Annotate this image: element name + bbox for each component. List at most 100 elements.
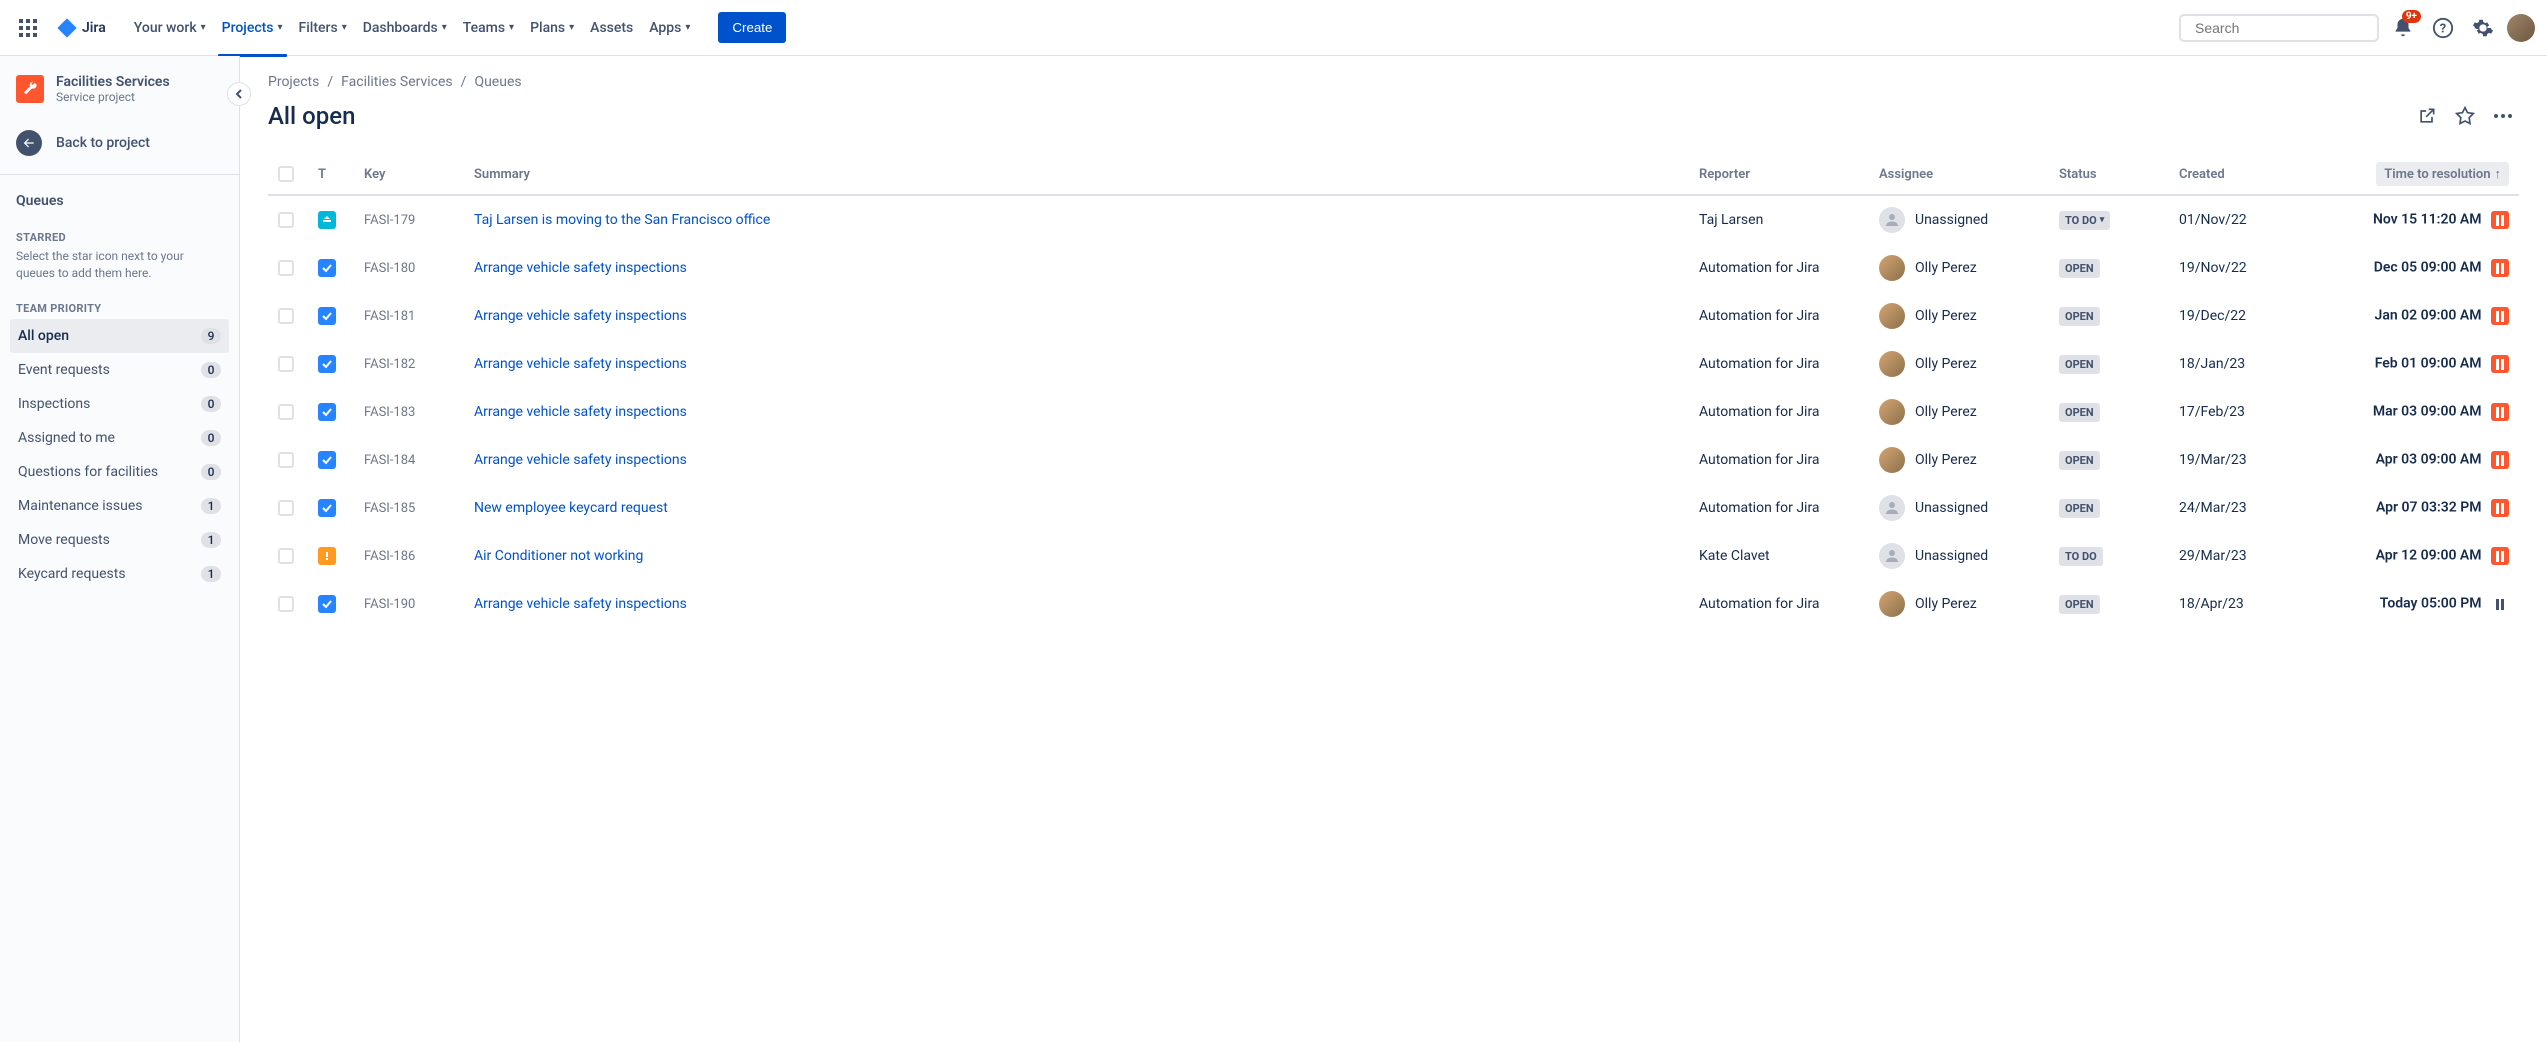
- row-checkbox[interactable]: [278, 356, 294, 372]
- issue-summary-link[interactable]: Arrange vehicle safety inspections: [474, 452, 687, 468]
- issue-summary-link[interactable]: Arrange vehicle safety inspections: [474, 308, 687, 324]
- issue-key[interactable]: FASI-183: [354, 388, 464, 436]
- open-external-button[interactable]: [2411, 100, 2443, 132]
- table-row[interactable]: FASI-186Air Conditioner not workingKate …: [268, 532, 2519, 580]
- product-name: Jira: [82, 20, 106, 36]
- status-lozenge[interactable]: OPEN: [2059, 259, 2100, 278]
- nav-item-dashboards[interactable]: Dashboards ▾: [355, 14, 455, 42]
- queue-item-inspections[interactable]: Inspections0: [10, 387, 229, 421]
- queues-heading[interactable]: Queues: [10, 183, 229, 219]
- status-lozenge[interactable]: OPEN: [2059, 307, 2100, 326]
- nav-item-assets[interactable]: Assets: [582, 14, 641, 42]
- queue-item-assigned-to-me[interactable]: Assigned to me0: [10, 421, 229, 455]
- status-lozenge[interactable]: OPEN: [2059, 595, 2100, 614]
- queue-item-all-open[interactable]: All open9: [10, 319, 229, 353]
- nav-item-plans[interactable]: Plans ▾: [522, 14, 582, 42]
- project-header[interactable]: Facilities Services Service project: [10, 74, 229, 120]
- assignee-cell[interactable]: Unassigned: [1879, 495, 2039, 521]
- settings-button[interactable]: [2467, 12, 2499, 44]
- issue-key[interactable]: FASI-190: [354, 580, 464, 628]
- assignee-cell[interactable]: Olly Perez: [1879, 591, 2039, 617]
- col-created[interactable]: Created: [2169, 154, 2299, 195]
- breadcrumb-projects[interactable]: Projects: [268, 74, 319, 90]
- table-row[interactable]: FASI-190 Arrange vehicle safety inspectio…: [268, 580, 2519, 628]
- status-lozenge[interactable]: OPEN: [2059, 355, 2100, 374]
- status-lozenge[interactable]: OPEN: [2059, 403, 2100, 422]
- row-checkbox[interactable]: [278, 308, 294, 324]
- table-row[interactable]: FASI-180 Arrange vehicle safety inspectio…: [268, 244, 2519, 292]
- status-lozenge[interactable]: OPEN: [2059, 451, 2100, 470]
- collapse-sidebar-button[interactable]: [227, 82, 251, 106]
- issue-summary-link[interactable]: New employee keycard request: [474, 500, 668, 516]
- queue-item-keycard-requests[interactable]: Keycard requests1: [10, 557, 229, 591]
- help-button[interactable]: ?: [2427, 12, 2459, 44]
- nav-item-your-work[interactable]: Your work ▾: [126, 14, 214, 42]
- table-row[interactable]: FASI-182 Arrange vehicle safety inspectio…: [268, 340, 2519, 388]
- table-row[interactable]: FASI-181 Arrange vehicle safety inspectio…: [268, 292, 2519, 340]
- assignee-cell[interactable]: Unassigned: [1879, 207, 2039, 233]
- create-button[interactable]: Create: [718, 12, 786, 43]
- issue-key[interactable]: FASI-179: [354, 195, 464, 244]
- assignee-cell[interactable]: Olly Perez: [1879, 447, 2039, 473]
- issue-summary-link[interactable]: Arrange vehicle safety inspections: [474, 596, 687, 612]
- col-type[interactable]: T: [308, 154, 354, 195]
- queue-item-maintenance-issues[interactable]: Maintenance issues1: [10, 489, 229, 523]
- nav-item-filters[interactable]: Filters ▾: [291, 14, 355, 42]
- issue-summary-link[interactable]: Arrange vehicle safety inspections: [474, 356, 687, 372]
- col-key[interactable]: Key: [354, 154, 464, 195]
- issue-summary-link[interactable]: Arrange vehicle safety inspections: [474, 260, 687, 276]
- select-all-checkbox[interactable]: [278, 166, 294, 182]
- profile-avatar[interactable]: [2507, 14, 2535, 42]
- assignee-cell[interactable]: Unassigned: [1879, 543, 2039, 569]
- status-lozenge[interactable]: TO DO ▾: [2059, 211, 2110, 230]
- assignee-cell[interactable]: Olly Perez: [1879, 399, 2039, 425]
- col-reporter[interactable]: Reporter: [1689, 154, 1869, 195]
- row-checkbox[interactable]: [278, 548, 294, 564]
- table-row[interactable]: FASI-183 Arrange vehicle safety inspectio…: [268, 388, 2519, 436]
- row-checkbox[interactable]: [278, 212, 294, 228]
- app-switcher-icon[interactable]: [12, 12, 44, 44]
- search-box[interactable]: [2179, 14, 2379, 42]
- status-lozenge[interactable]: TO DO: [2059, 547, 2103, 566]
- nav-item-apps[interactable]: Apps ▾: [641, 14, 698, 42]
- col-assignee[interactable]: Assignee: [1869, 154, 2049, 195]
- queue-item-event-requests[interactable]: Event requests0: [10, 353, 229, 387]
- col-summary[interactable]: Summary: [464, 154, 1689, 195]
- status-lozenge[interactable]: OPEN: [2059, 499, 2100, 518]
- assignee-cell[interactable]: Olly Perez: [1879, 255, 2039, 281]
- jira-logo[interactable]: Jira: [56, 17, 106, 39]
- issue-key[interactable]: FASI-184: [354, 436, 464, 484]
- row-checkbox[interactable]: [278, 596, 294, 612]
- notifications-button[interactable]: 9+: [2387, 12, 2419, 44]
- breadcrumb-queues[interactable]: Queues: [474, 74, 521, 90]
- star-button[interactable]: [2449, 100, 2481, 132]
- assignee-cell[interactable]: Olly Perez: [1879, 303, 2039, 329]
- table-row[interactable]: FASI-179 Taj Larsen is moving to the San …: [268, 195, 2519, 244]
- row-checkbox[interactable]: [278, 404, 294, 420]
- issue-summary-link[interactable]: Arrange vehicle safety inspections: [474, 404, 687, 420]
- col-status[interactable]: Status: [2049, 154, 2169, 195]
- queue-item-move-requests[interactable]: Move requests1: [10, 523, 229, 557]
- issue-key[interactable]: FASI-185: [354, 484, 464, 532]
- row-checkbox[interactable]: [278, 260, 294, 276]
- issue-key[interactable]: FASI-180: [354, 244, 464, 292]
- assignee-name: Olly Perez: [1915, 596, 1977, 612]
- row-checkbox[interactable]: [278, 500, 294, 516]
- issue-key[interactable]: FASI-181: [354, 292, 464, 340]
- table-row[interactable]: FASI-185New employee keycard requestAuto…: [268, 484, 2519, 532]
- issue-summary-link[interactable]: Air Conditioner not working: [474, 548, 643, 564]
- queue-item-questions-for-facilities[interactable]: Questions for facilities0: [10, 455, 229, 489]
- more-button[interactable]: [2487, 100, 2519, 132]
- back-to-project-link[interactable]: Back to project: [10, 120, 229, 166]
- issue-summary-link[interactable]: Taj Larsen is moving to the San Francisc…: [474, 212, 770, 228]
- col-sla[interactable]: Time to resolution ↑: [2299, 154, 2519, 195]
- row-checkbox[interactable]: [278, 452, 294, 468]
- nav-item-projects[interactable]: Projects ▾: [214, 14, 291, 42]
- search-input[interactable]: [2195, 20, 2376, 36]
- issue-key[interactable]: FASI-182: [354, 340, 464, 388]
- issue-key[interactable]: FASI-186: [354, 532, 464, 580]
- breadcrumb-project[interactable]: Facilities Services: [341, 74, 453, 90]
- nav-item-teams[interactable]: Teams ▾: [455, 14, 522, 42]
- table-row[interactable]: FASI-184 Arrange vehicle safety inspectio…: [268, 436, 2519, 484]
- assignee-cell[interactable]: Olly Perez: [1879, 351, 2039, 377]
